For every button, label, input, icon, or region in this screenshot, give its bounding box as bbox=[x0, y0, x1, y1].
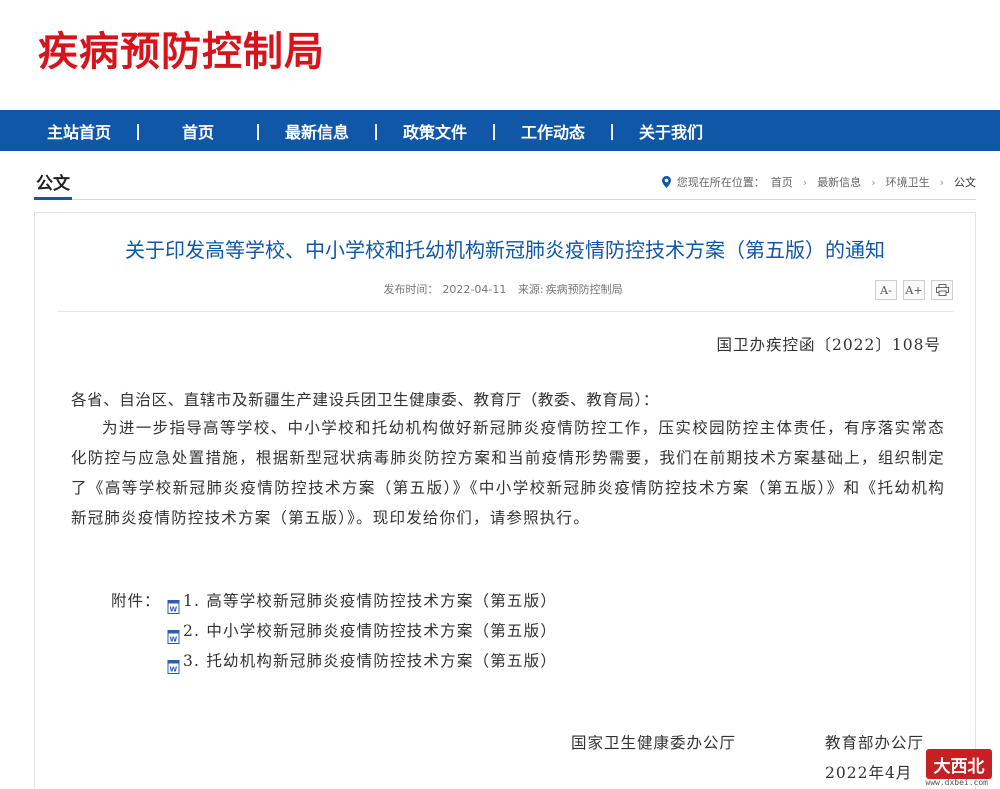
section-header: 公文 您现在所在位置： 首页 › 最新信息 › 环境卫生 › 公文 bbox=[34, 170, 976, 200]
attachment-link[interactable]: 1. 高等学校新冠肺炎疫情防控技术方案（第五版） bbox=[183, 586, 557, 616]
section-title: 公文 bbox=[34, 172, 72, 200]
nav-separator: | bbox=[491, 121, 497, 140]
main-nav: 主站首页 | 首页 | 最新信息 | 政策文件 | 工作动态 | 关于我们 bbox=[0, 110, 1000, 151]
breadcrumb-chevron-icon: › bbox=[871, 175, 876, 189]
signatory-nhc: 国家卫生健康委办公厅 bbox=[571, 734, 737, 752]
nav-separator: | bbox=[135, 121, 141, 140]
attachments: 附件： W 1. 高等学校新冠肺炎疫情防控技术方案（第五版） W 2. 中小学校… bbox=[111, 586, 557, 676]
nav-home[interactable]: 首页 bbox=[150, 119, 246, 143]
article-title: 关于印发高等学校、中小学校和托幼机构新冠肺炎疫情防控技术方案（第五版）的通知 bbox=[125, 238, 885, 262]
breadcrumb-environment[interactable]: 环境卫生 bbox=[886, 174, 930, 190]
print-icon bbox=[935, 284, 949, 296]
breadcrumb-latest-info[interactable]: 最新信息 bbox=[817, 174, 861, 190]
document-number: 国卫办疾控函〔2022〕108号 bbox=[716, 336, 941, 354]
article-panel: 关于印发高等学校、中小学校和托幼机构新冠肺炎疫情防控技术方案（第五版）的通知 发… bbox=[34, 212, 976, 789]
site-header: 疾病预防控制局 bbox=[0, 0, 1000, 110]
site-watermark-logo: 大西北 bbox=[926, 749, 992, 779]
breadcrumb-home[interactable]: 首页 bbox=[771, 174, 793, 190]
nav-policy-docs[interactable]: 政策文件 bbox=[388, 119, 482, 143]
svg-text:W: W bbox=[170, 636, 178, 644]
print-button[interactable] bbox=[931, 280, 953, 300]
article-meta: 发布时间： 2022-04-11 来源: 疾病预防控制局 bbox=[35, 281, 975, 297]
article-tools: A- A+ bbox=[875, 280, 953, 300]
nav-separator: | bbox=[373, 121, 379, 140]
attachments-label: 附件： bbox=[111, 592, 161, 610]
source-label: 来源: bbox=[517, 283, 544, 296]
signatory-moe: 教育部办公厅 bbox=[825, 734, 925, 752]
publish-label: 发布时间： bbox=[383, 283, 439, 296]
attachment-link[interactable]: 2. 中小学校新冠肺炎疫情防控技术方案（第五版） bbox=[183, 616, 557, 646]
location-pin-icon bbox=[661, 176, 671, 188]
breadcrumb-prefix: 您现在所在位置： bbox=[676, 176, 765, 189]
watermark-url: www.dxbei.com bbox=[925, 778, 988, 787]
nav-main-home[interactable]: 主站首页 bbox=[32, 119, 126, 143]
svg-text:W: W bbox=[170, 666, 178, 674]
salutation: 各省、自治区、直辖市及新疆生产建设兵团卫生健康委、教育厅（教委、教育局）： bbox=[71, 391, 659, 409]
site-title[interactable]: 疾病预防控制局 bbox=[38, 24, 325, 80]
document-date: 2022年4月 bbox=[825, 764, 913, 782]
word-doc-icon: W bbox=[167, 654, 181, 674]
attachment-link[interactable]: 3. 托幼机构新冠肺炎疫情防控技术方案（第五版） bbox=[183, 646, 557, 676]
body-paragraph: 为进一步指导高等学校、中小学校和托幼机构做好新冠肺炎疫情防控工作，压实校园防控主… bbox=[71, 419, 945, 527]
breadcrumb-chevron-icon: › bbox=[939, 175, 944, 189]
breadcrumb-chevron-icon: › bbox=[802, 175, 808, 189]
word-doc-icon: W bbox=[167, 594, 181, 614]
breadcrumb: 您现在所在位置： 首页 › 最新信息 › 环境卫生 › 公文 bbox=[661, 174, 976, 190]
svg-text:W: W bbox=[170, 606, 178, 614]
nav-separator: | bbox=[255, 121, 261, 140]
font-decrease-button[interactable]: A- bbox=[875, 280, 897, 300]
breadcrumb-current: 公文 bbox=[954, 176, 976, 189]
meta-divider bbox=[57, 311, 953, 312]
font-increase-button[interactable]: A+ bbox=[903, 280, 925, 300]
nav-latest-info[interactable]: 最新信息 bbox=[270, 119, 364, 143]
nav-work-news[interactable]: 工作动态 bbox=[506, 119, 600, 143]
word-doc-icon: W bbox=[167, 624, 181, 644]
source-value: 疾病预防控制局 bbox=[545, 283, 623, 296]
publish-date: 2022-04-11 bbox=[442, 283, 507, 296]
nav-separator: | bbox=[609, 121, 615, 140]
nav-about-us[interactable]: 关于我们 bbox=[624, 119, 718, 143]
